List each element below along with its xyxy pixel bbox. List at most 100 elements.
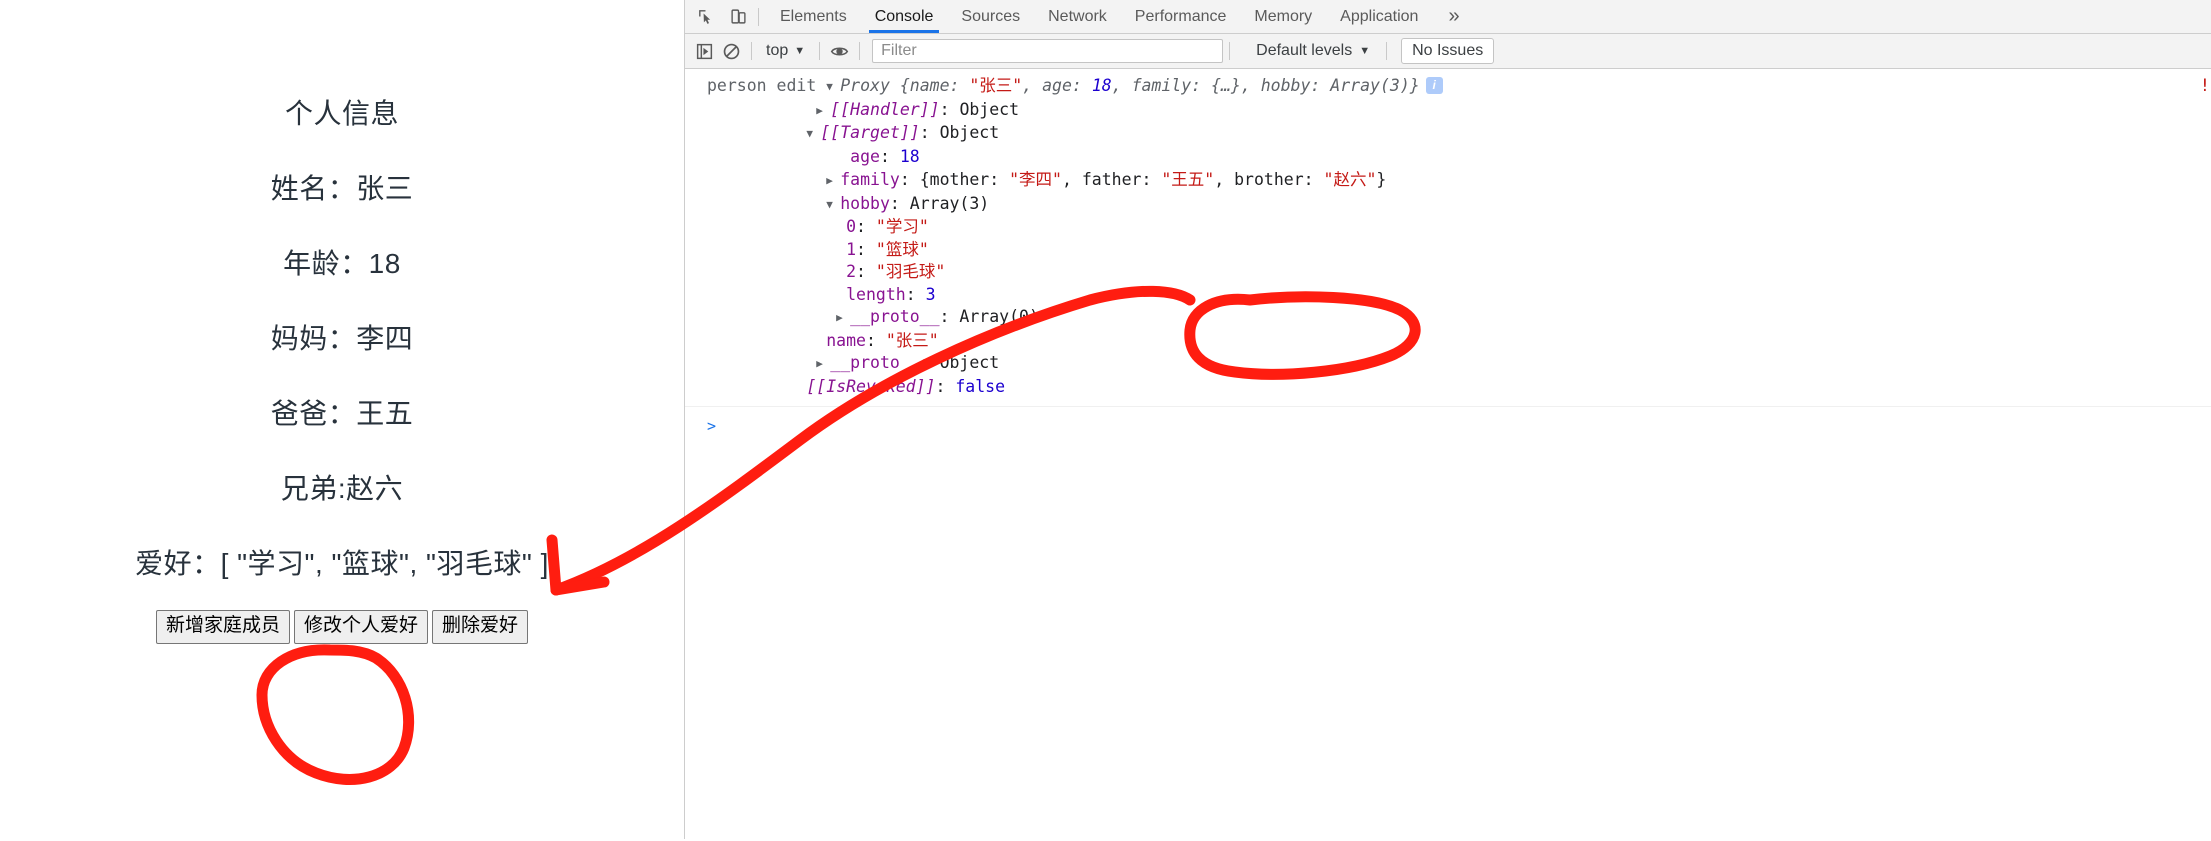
family-key: family bbox=[840, 170, 900, 189]
toolbar-divider bbox=[758, 7, 759, 26]
chevron-down-icon: ▼ bbox=[1359, 45, 1371, 57]
summary-family-value: {…} bbox=[1211, 76, 1241, 95]
length-key: length bbox=[846, 284, 906, 304]
tree-row-target[interactable]: ▼ [[Target]]: Object bbox=[685, 122, 2211, 146]
tab-elements[interactable]: Elements bbox=[766, 0, 861, 33]
summary-family-key: family: bbox=[1131, 76, 1202, 95]
tree-row-hobby[interactable]: ▼ hobby: Array(3) bbox=[685, 193, 2211, 217]
family-mother-value: "李四" bbox=[1009, 170, 1062, 189]
devtools-tab-bar: Elements Console Sources Network Perform… bbox=[685, 0, 2211, 34]
field-hobby-list: 爱好：[ "学习", "篮球", "羽毛球" ] bbox=[135, 548, 549, 579]
expand-triangle-icon[interactable]: ▼ bbox=[806, 123, 820, 146]
object-proto-value: Object bbox=[939, 353, 1000, 372]
tree-row-isrevoked[interactable]: [[IsRevoked]]: false bbox=[685, 376, 2211, 399]
console-message[interactable]: ! person edit ▼ Proxy {name: "张三", age: 1… bbox=[685, 69, 2211, 407]
more-tabs-icon[interactable]: » bbox=[1432, 0, 1475, 33]
hobby-2-value: "羽毛球" bbox=[875, 262, 946, 281]
console-prompt[interactable]: > bbox=[685, 407, 2211, 438]
filter-placeholder: Filter bbox=[881, 42, 917, 59]
tree-row-hobby-1[interactable]: 1: "篮球" bbox=[685, 239, 2211, 262]
devtools-panel: Elements Console Sources Network Perform… bbox=[684, 0, 2211, 841]
field-name: 姓名：张三 bbox=[270, 173, 414, 204]
chevron-down-icon: ▼ bbox=[794, 45, 806, 57]
isrevoked-key: [[IsRevoked]] bbox=[806, 376, 936, 396]
spacer-icon: ▶ bbox=[836, 147, 850, 170]
toolbar-divider bbox=[859, 42, 861, 60]
tab-performance[interactable]: Performance bbox=[1121, 0, 1241, 33]
hobby-1-key: 1 bbox=[846, 239, 857, 259]
tab-network[interactable]: Network bbox=[1034, 0, 1121, 33]
log-level-value: Default levels bbox=[1256, 42, 1353, 59]
summary-name-key: name: bbox=[909, 76, 960, 95]
summary-hobby-value: Array(3) bbox=[1330, 76, 1410, 95]
family-brother-key: brother: bbox=[1234, 170, 1314, 189]
field-mother: 妈妈：李四 bbox=[270, 323, 414, 354]
expand-triangle-icon[interactable]: ▼ bbox=[826, 76, 840, 99]
collapse-triangle-icon[interactable]: ▶ bbox=[816, 100, 830, 123]
tab-memory[interactable]: Memory bbox=[1240, 0, 1326, 33]
field-age: 年龄：18 bbox=[283, 248, 401, 279]
array-proto-value: Array(0) bbox=[959, 307, 1039, 326]
tree-row-family[interactable]: ▶ family: {mother: "李四", father: "王五", br… bbox=[685, 169, 2211, 193]
issues-button[interactable]: No Issues bbox=[1401, 38, 1495, 64]
devtools-tabs: Elements Console Sources Network Perform… bbox=[766, 0, 1432, 33]
log-level-selector[interactable]: Default levels ▼ bbox=[1246, 42, 1380, 60]
tree-row-array-proto[interactable]: ▶ __proto__: Array(0) bbox=[685, 306, 2211, 330]
tree-row-object-proto[interactable]: ▶ __proto__: Object bbox=[685, 352, 2211, 376]
family-father-value: "王五" bbox=[1161, 170, 1215, 189]
delete-hobby-button[interactable]: 删除爱好 bbox=[432, 610, 529, 644]
tab-application[interactable]: Application bbox=[1326, 0, 1432, 33]
console-settings-eye-icon[interactable] bbox=[826, 39, 853, 63]
collapse-triangle-icon[interactable]: ▶ bbox=[836, 307, 850, 330]
collapse-triangle-icon[interactable]: ▶ bbox=[826, 170, 840, 193]
summary-age-key: age: bbox=[1042, 76, 1082, 95]
hobby-0-value: "学习" bbox=[875, 217, 929, 236]
action-button-row: 新增家庭成员 修改个人爱好 删除爱好 bbox=[0, 610, 684, 644]
console-toolbar: top ▼ Filter Default levels ▼ No Issues bbox=[685, 34, 2211, 69]
object-proto-key: __proto__ bbox=[830, 353, 920, 372]
isrevoked-value: false bbox=[955, 376, 1006, 396]
tree-row-hobby-0[interactable]: 0: "学习" bbox=[685, 216, 2211, 239]
console-summary-row[interactable]: person edit ▼ Proxy {name: "张三", age: 18,… bbox=[685, 75, 2211, 99]
execute-snippet-icon[interactable] bbox=[691, 39, 718, 63]
array-proto-key: __proto__ bbox=[850, 307, 940, 326]
age-value: 18 bbox=[899, 146, 920, 166]
console-filter-input[interactable]: Filter bbox=[872, 39, 1224, 63]
hobby-key: hobby bbox=[840, 193, 890, 213]
handler-key: [[Handler]] bbox=[830, 99, 940, 119]
hobby-2-key: 2 bbox=[846, 262, 857, 281]
summary-hobby-key: hobby: bbox=[1260, 76, 1321, 95]
device-toolbar-icon[interactable] bbox=[725, 5, 751, 29]
family-brother-value: "赵六" bbox=[1323, 170, 1377, 189]
info-badge-icon[interactable]: i bbox=[1425, 77, 1443, 94]
summary-name-value: "张三" bbox=[969, 76, 1023, 95]
page-title: 个人信息 bbox=[284, 98, 399, 129]
hobby-0-key: 0 bbox=[846, 217, 857, 236]
warning-marker: ! bbox=[2199, 76, 2210, 96]
tree-row-name[interactable]: name: "张三" bbox=[685, 330, 2211, 353]
collapse-triangle-icon[interactable]: ▶ bbox=[816, 353, 830, 376]
tree-row-length[interactable]: length: 3 bbox=[685, 284, 2211, 307]
inspect-element-icon[interactable] bbox=[692, 5, 718, 29]
expand-triangle-icon[interactable]: ▼ bbox=[826, 194, 840, 217]
toolbar-divider bbox=[751, 42, 752, 60]
tree-row-hobby-2[interactable]: 2: "羽毛球" bbox=[685, 261, 2211, 284]
summary-age-value: 18 bbox=[1091, 76, 1112, 95]
tab-console[interactable]: Console bbox=[861, 0, 948, 33]
js-context-value: top bbox=[766, 42, 789, 59]
add-family-member-button[interactable]: 新增家庭成员 bbox=[155, 610, 290, 644]
family-father-key: father: bbox=[1081, 170, 1152, 189]
target-key: [[Target]] bbox=[820, 123, 920, 142]
tab-sources[interactable]: Sources bbox=[947, 0, 1034, 33]
toolbar-divider bbox=[1229, 42, 1231, 60]
tree-row-age[interactable]: ▶age: 18 bbox=[685, 146, 2211, 170]
edit-hobby-button[interactable]: 修改个人爱好 bbox=[293, 610, 428, 644]
clear-console-icon[interactable] bbox=[718, 39, 745, 63]
field-brother: 兄弟:赵六 bbox=[280, 473, 404, 504]
web-page-panel: 个人信息 姓名：张三 年龄：18 妈妈：李四 爸爸：王五 兄弟:赵六 爱好：[ … bbox=[0, 0, 684, 839]
hobby-value: Array(3) bbox=[909, 193, 990, 213]
target-value: Object bbox=[939, 123, 1000, 142]
person-info-document: 个人信息 姓名：张三 年龄：18 妈妈：李四 爸爸：王五 兄弟:赵六 爱好：[ … bbox=[0, 0, 684, 644]
js-context-selector[interactable]: top ▼ bbox=[758, 42, 813, 60]
tree-row-handler[interactable]: ▶ [[Handler]]: Object bbox=[685, 99, 2211, 123]
